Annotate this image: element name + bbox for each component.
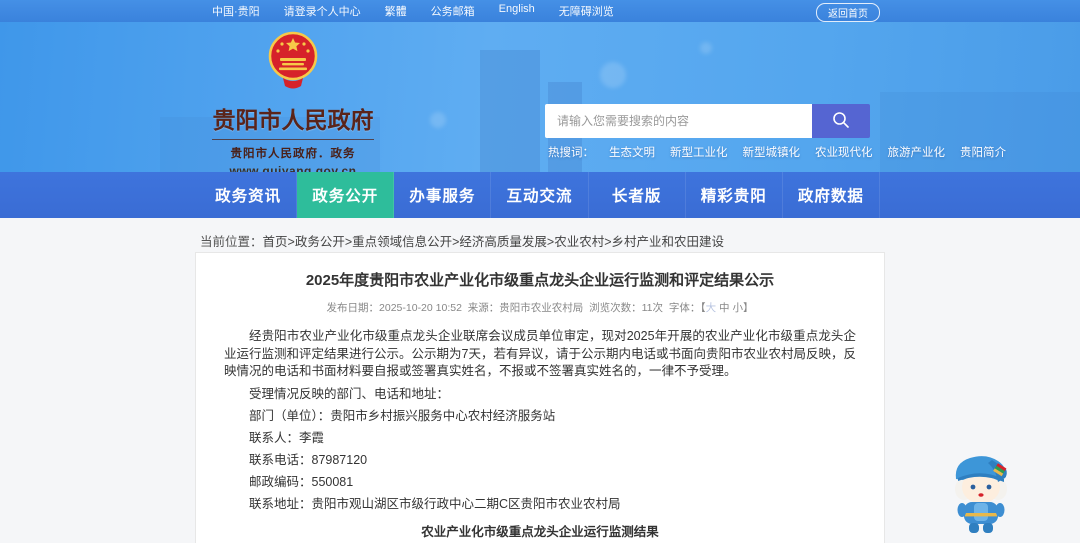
main-navbar: 政务资讯 政务公开 办事服务 互动交流 长者版 精彩贵阳 政府数据 xyxy=(0,172,1080,218)
contact-line-4: 邮政编码：550081 xyxy=(249,475,354,489)
hot-search-row: 热搜词： 生态文明 新型工业化 新型城镇化 农业现代化 旅游产业化 贵阳简介 xyxy=(548,144,1006,160)
topbar-links: 中国·贵阳 请登录个人中心 繁體 公务邮箱 English 无障碍浏览 xyxy=(212,3,614,19)
search-box xyxy=(545,104,870,138)
nav-item-2[interactable]: 办事服务 xyxy=(394,172,492,218)
topbar-link-5[interactable]: 无障碍浏览 xyxy=(559,3,614,19)
search-input[interactable] xyxy=(545,104,812,138)
contact-line-3: 联系电话：87987120 xyxy=(249,453,368,467)
contact-line-2: 联系人：李霞 xyxy=(249,431,325,445)
bokeh-decoration xyxy=(430,112,446,128)
article-contact-lines: 受理情况反映的部门、电话和地址： 部门（单位）：贵阳市乡村振兴服务中心农村经济服务… xyxy=(224,386,856,513)
bokeh-decoration xyxy=(600,62,626,88)
hot-search-label: 热搜词： xyxy=(548,147,594,159)
topbar-link-2[interactable]: 繁體 xyxy=(385,3,407,19)
topbar-link-1[interactable]: 请登录个人中心 xyxy=(284,3,361,19)
hot-search-items: 生态文明 新型工业化 新型城镇化 农业现代化 旅游产业化 贵阳简介 xyxy=(609,144,1006,160)
breadcrumb-label: 当前位置： xyxy=(200,235,263,249)
site-logo[interactable]: 贵阳市人民政府 贵阳市人民政府．政务 www.guiyang.gov.cn xyxy=(212,30,374,172)
return-home-button[interactable]: 返回首页 xyxy=(816,3,880,22)
national-emblem-icon xyxy=(212,30,374,97)
nav-items: 政务资讯 政务公开 办事服务 互动交流 长者版 精彩贵阳 政府数据 xyxy=(200,172,880,218)
site-url: www.guiyang.gov.cn xyxy=(229,164,357,172)
article-intro-paragraph: 经贵阳市农业产业化市级重点龙头企业联席会议成员单位审定，现对2025年开展的农业… xyxy=(224,329,856,378)
hot-search-item-5[interactable]: 贵阳简介 xyxy=(960,144,1006,160)
article-source: 来源：贵阳市农业农村局 xyxy=(467,302,584,314)
view-count: 浏览次数：11次 xyxy=(589,302,664,314)
hot-search-item-3[interactable]: 农业现代化 xyxy=(815,144,873,160)
font-size-label: 字体：【 xyxy=(668,302,706,314)
nav-item-1[interactable]: 政务公开 xyxy=(297,172,395,218)
topbar-link-3[interactable]: 公务邮箱 xyxy=(431,3,475,19)
hot-search-item-4[interactable]: 旅游产业化 xyxy=(888,144,946,160)
article-title: 2025年度贵阳市农业产业化市级重点龙头企业运行监测和评定结果公示 xyxy=(305,272,775,289)
contact-line-5: 联系地址：贵阳市观山湖区市级行政中心二期C区贵阳市农业农村局 xyxy=(249,497,621,511)
building-silhouette xyxy=(480,50,540,172)
nav-item-4[interactable]: 长者版 xyxy=(589,172,686,218)
contact-line-0: 受理情况反映的部门、电话和地址： xyxy=(249,387,450,401)
font-size-big[interactable]: 大 xyxy=(706,302,717,314)
publish-date: 发布日期：2025-10-20 10:52 xyxy=(326,302,462,314)
site-subtitle: 贵阳市人民政府．政务 xyxy=(212,139,374,161)
building-silhouette xyxy=(880,92,1080,172)
bokeh-decoration xyxy=(700,42,712,54)
topbar-link-4[interactable]: English xyxy=(499,3,535,19)
font-size-mid[interactable]: 中 xyxy=(719,302,730,314)
search-icon xyxy=(831,110,851,133)
banner: 贵阳市人民政府 贵阳市人民政府．政务 www.guiyang.gov.cn 热搜… xyxy=(0,22,1080,172)
site-title: 贵阳市人民政府 xyxy=(212,107,374,133)
nav-item-5[interactable]: 精彩贵阳 xyxy=(686,172,783,218)
hot-search-item-2[interactable]: 新型城镇化 xyxy=(743,144,801,160)
font-size-bracket: 】 xyxy=(742,302,754,314)
breadcrumb-path[interactable]: 首页>政务公开>重点领域信息公开>经济高质量发展>农业农村>乡村产业和农田建设 xyxy=(263,235,725,249)
breadcrumb: 当前位置：首页>政务公开>重点领域信息公开>经济高质量发展>农业农村>乡村产业和… xyxy=(200,231,724,250)
mascot-figure[interactable] xyxy=(942,445,1020,537)
nav-item-0[interactable]: 政务资讯 xyxy=(200,172,298,218)
contact-line-1: 部门（单位）：贵阳市乡村振兴服务中心农村经济服务站 xyxy=(249,409,556,423)
font-size-small[interactable]: 小 xyxy=(732,302,743,314)
hot-search-item-1[interactable]: 新型工业化 xyxy=(670,144,728,160)
nav-item-6[interactable]: 政府数据 xyxy=(783,172,880,218)
article-card: 2025年度贵阳市农业产业化市级重点龙头企业运行监测和评定结果公示 发布日期：2… xyxy=(195,252,885,543)
result-table-caption: 农业产业化市级重点龙头企业运行监测结果 xyxy=(421,524,659,539)
topbar-link-0[interactable]: 中国·贵阳 xyxy=(212,3,260,19)
topbar: 中国·贵阳 请登录个人中心 繁體 公务邮箱 English 无障碍浏览 返回首页 xyxy=(0,0,1080,22)
hot-search-item-0[interactable]: 生态文明 xyxy=(609,144,655,160)
article-meta: 发布日期：2025-10-20 10:52 来源：贵阳市农业农村局 浏览次数：1… xyxy=(224,300,856,315)
search-button[interactable] xyxy=(812,104,870,138)
nav-item-3[interactable]: 互动交流 xyxy=(491,172,589,218)
